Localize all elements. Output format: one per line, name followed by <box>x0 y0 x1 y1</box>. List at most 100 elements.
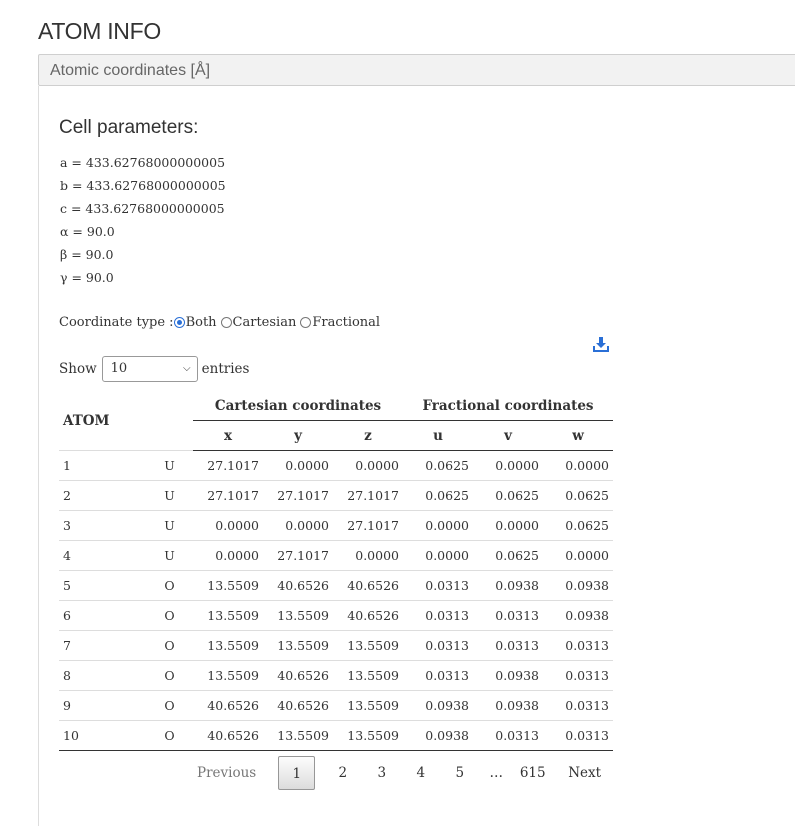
cell-u: 0.0625 <box>403 480 473 511</box>
cell-v: 0.0938 <box>473 570 543 601</box>
atomic-coordinates-panel-heading[interactable]: Atomic coordinates [Å] <box>38 54 795 86</box>
cell-u: 0.0938 <box>403 690 473 721</box>
cell-y: 0.0000 <box>263 450 333 481</box>
cell-v: 0.0625 <box>473 540 543 571</box>
atom-index: 7 <box>59 630 146 661</box>
cell-z: 0.0000 <box>333 540 403 571</box>
radio-fractional-label[interactable]: Fractional <box>312 315 380 330</box>
next-button[interactable]: Next <box>552 756 610 790</box>
atom-element: O <box>146 660 193 691</box>
cell-param-alpha: α = 90.0 <box>60 224 115 239</box>
col-header-x[interactable]: x <box>193 420 263 451</box>
radio-both-label[interactable]: Both <box>186 315 217 330</box>
entries-select-value: 10 <box>110 361 128 376</box>
page-button-last[interactable]: 615 <box>513 756 552 790</box>
cell-w: 0.0000 <box>543 450 613 481</box>
radio-fractional[interactable] <box>300 317 312 328</box>
cell-w: 0.0313 <box>543 660 613 691</box>
col-header-w[interactable]: w <box>543 420 613 451</box>
page-button-3[interactable]: 3 <box>362 756 401 790</box>
atom-index: 4 <box>59 540 146 571</box>
atom-element: O <box>146 690 193 721</box>
coordinates-table: ATOM Cartesian coordinates Fractional co… <box>59 392 613 751</box>
cell-x: 13.5509 <box>193 630 263 661</box>
atom-index: 5 <box>59 570 146 601</box>
cell-w: 0.0313 <box>543 690 613 721</box>
cell-x: 27.1017 <box>193 450 263 481</box>
cell-y: 27.1017 <box>263 480 333 511</box>
cell-param-c: c = 433.62768000000005 <box>60 201 225 216</box>
cell-v: 0.0625 <box>473 480 543 511</box>
radio-cartesian[interactable] <box>220 317 232 328</box>
cell-param-beta: β = 90.0 <box>60 247 114 262</box>
entries-select[interactable]: 10 ⌵ <box>101 356 198 382</box>
page-button-5[interactable]: 5 <box>440 756 479 790</box>
panel-heading-label: Atomic coordinates [Å] <box>50 62 211 79</box>
cell-y: 13.5509 <box>263 600 333 631</box>
page-button-4[interactable]: 4 <box>401 756 440 790</box>
cell-z: 13.5509 <box>333 630 403 661</box>
cell-x: 13.5509 <box>193 570 263 601</box>
cell-y: 13.5509 <box>263 630 333 661</box>
cell-x: 13.5509 <box>193 600 263 631</box>
atom-element: U <box>146 450 193 481</box>
page-button-1[interactable]: 1 <box>278 756 316 790</box>
cartesian-header: Cartesian coordinates <box>193 392 403 421</box>
cell-y: 27.1017 <box>263 540 333 571</box>
col-header-v[interactable]: v <box>473 420 543 451</box>
cell-v: 0.0313 <box>473 630 543 661</box>
cell-param-b: b = 433.62768000000005 <box>60 178 226 193</box>
table-row: 7 O 13.5509 13.5509 13.5509 0.0313 0.031… <box>59 630 613 661</box>
atom-index: 3 <box>59 510 146 541</box>
col-header-u[interactable]: u <box>403 420 473 451</box>
atom-header[interactable]: ATOM <box>59 392 146 451</box>
col-header-y[interactable]: y <box>263 420 333 451</box>
cell-v: 0.0313 <box>473 720 543 751</box>
table-row: 2 U 27.1017 27.1017 27.1017 0.0625 0.062… <box>59 480 613 511</box>
table-row: 1 U 27.1017 0.0000 0.0000 0.0625 0.0000 … <box>59 450 613 481</box>
cell-z: 13.5509 <box>333 690 403 721</box>
col-header-z[interactable]: z <box>333 420 403 451</box>
cell-x: 0.0000 <box>193 540 263 571</box>
table-row: 3 U 0.0000 0.0000 27.1017 0.0000 0.0000 … <box>59 510 613 541</box>
element-header[interactable] <box>146 392 193 451</box>
radio-both[interactable] <box>173 317 185 328</box>
cell-z: 13.5509 <box>333 720 403 751</box>
page-title: ATOM INFO <box>38 18 161 44</box>
cell-z: 13.5509 <box>333 660 403 691</box>
previous-button[interactable]: Previous <box>185 756 278 790</box>
cell-w: 0.0625 <box>543 510 613 541</box>
cell-z: 27.1017 <box>333 480 403 511</box>
cell-w: 0.0313 <box>543 630 613 661</box>
show-label: Show <box>59 361 97 377</box>
atom-index: 10 <box>59 720 146 751</box>
coordinate-type-label: Coordinate type : <box>59 315 174 330</box>
cell-w: 0.0000 <box>543 540 613 571</box>
fractional-header: Fractional coordinates <box>403 392 613 421</box>
cell-w: 0.0938 <box>543 600 613 631</box>
atom-element: U <box>146 540 193 571</box>
radio-cartesian-label[interactable]: Cartesian <box>233 315 297 330</box>
cell-z: 40.6526 <box>333 570 403 601</box>
cell-v: 0.0938 <box>473 690 543 721</box>
table-row: 5 O 13.5509 40.6526 40.6526 0.0313 0.093… <box>59 570 613 601</box>
cell-v: 0.0000 <box>473 450 543 481</box>
cell-x: 0.0000 <box>193 510 263 541</box>
cell-u: 0.0000 <box>403 540 473 571</box>
atom-index: 9 <box>59 690 146 721</box>
cell-z: 27.1017 <box>333 510 403 541</box>
pagination-ellipsis: … <box>489 765 503 781</box>
cell-x: 13.5509 <box>193 660 263 691</box>
cell-u: 0.0313 <box>403 600 473 631</box>
cell-z: 40.6526 <box>333 600 403 631</box>
cell-x: 40.6526 <box>193 720 263 751</box>
download-icon[interactable] <box>593 336 609 352</box>
coordinate-type-group: Coordinate type : Both Cartesian Fractio… <box>59 315 380 330</box>
table-row: 6 O 13.5509 13.5509 40.6526 0.0313 0.031… <box>59 600 613 631</box>
page-button-2[interactable]: 2 <box>323 756 362 790</box>
coordinates-table-body: 1 U 27.1017 0.0000 0.0000 0.0625 0.0000 … <box>59 450 613 751</box>
cell-v: 0.0938 <box>473 660 543 691</box>
cell-w: 0.0313 <box>543 720 613 751</box>
atom-element: O <box>146 630 193 661</box>
table-row: 9 O 40.6526 40.6526 13.5509 0.0938 0.093… <box>59 690 613 721</box>
